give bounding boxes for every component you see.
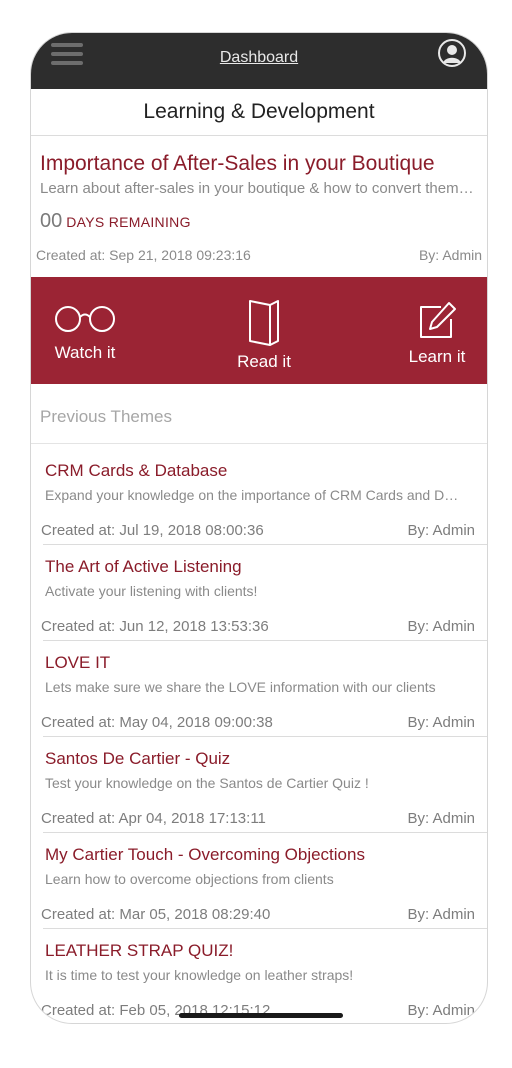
days-remaining: 00 DAYS REMAINING <box>40 210 191 233</box>
item-description: Activate your listening with clients! <box>45 583 258 599</box>
item-created-at: Created at: Mar 05, 2018 08:29:40 <box>41 906 271 923</box>
read-it-button[interactable]: Read it <box>224 277 304 384</box>
item-title[interactable]: CRM Cards & Database <box>45 461 227 481</box>
item-description: Test your knowledge on the Santos de Car… <box>45 775 369 791</box>
item-author: By: Admin <box>407 714 475 731</box>
edit-pencil-icon <box>420 302 456 338</box>
item-title[interactable]: LOVE IT <box>45 653 110 673</box>
page-title: Learning & Development <box>31 89 487 136</box>
item-description: Expand your knowledge on the importance … <box>45 487 465 503</box>
item-title[interactable]: My Cartier Touch - Overcoming Objections <box>45 845 365 865</box>
item-title[interactable]: The Art of Active Listening <box>45 557 242 577</box>
previous-themes-header: Previous Themes <box>31 385 487 444</box>
previous-themes-list: CRM Cards & Database Expand your knowled… <box>31 449 487 1023</box>
top-bar: Dashboard <box>31 33 487 89</box>
list-item[interactable]: The Art of Active Listening Activate you… <box>41 545 487 641</box>
list-item[interactable]: LEATHER STRAP QUIZ! It is time to test y… <box>41 929 487 1023</box>
item-description: Lets make sure we share the LOVE informa… <box>45 679 436 695</box>
list-item[interactable]: CRM Cards & Database Expand your knowled… <box>41 449 487 545</box>
learn-it-label: Learn it <box>408 347 466 366</box>
days-remaining-value: 00 <box>40 210 63 232</box>
item-description: Learn how to overcome objections from cl… <box>45 871 334 887</box>
item-author: By: Admin <box>407 1002 475 1019</box>
list-item[interactable]: LOVE IT Lets make sure we share the LOVE… <box>41 641 487 737</box>
home-indicator[interactable] <box>179 1013 343 1018</box>
user-avatar-icon[interactable] <box>437 38 467 68</box>
previous-themes-label: Previous Themes <box>40 407 172 426</box>
glasses-icon <box>55 306 115 332</box>
item-title[interactable]: LEATHER STRAP QUIZ! <box>45 941 233 961</box>
learn-it-button[interactable]: Learn it <box>397 277 477 384</box>
read-it-label: Read it <box>237 352 291 371</box>
item-author: By: Admin <box>407 618 475 635</box>
phone-screen: Dashboard Learning & Development Importa… <box>30 32 488 1024</box>
item-author: By: Admin <box>407 810 475 827</box>
item-author: By: Admin <box>407 906 475 923</box>
featured-author: By: Admin <box>418 247 482 263</box>
featured-theme-card[interactable]: Importance of After-Sales in your Boutiq… <box>31 136 487 276</box>
item-created-at: Created at: Apr 04, 2018 17:13:11 <box>41 810 266 827</box>
item-title[interactable]: Santos De Cartier - Quiz <box>45 749 230 769</box>
book-icon <box>249 300 279 346</box>
action-bar: Watch it Read it Learn it <box>31 277 487 384</box>
item-created-at: Created at: Jun 12, 2018 13:53:36 <box>41 618 269 635</box>
featured-title[interactable]: Importance of After-Sales in your Boutiq… <box>40 152 435 176</box>
item-created-at: Created at: Jul 19, 2018 08:00:36 <box>41 522 264 539</box>
days-remaining-label: DAYS REMAINING <box>66 214 191 230</box>
list-item[interactable]: Santos De Cartier - Quiz Test your knowl… <box>41 737 487 833</box>
watch-it-button[interactable]: Watch it <box>45 277 125 384</box>
dashboard-link[interactable]: Dashboard <box>31 49 487 67</box>
featured-created-at: Created at: Sep 21, 2018 09:23:16 <box>36 247 251 263</box>
item-author: By: Admin <box>407 522 475 539</box>
item-description: It is time to test your knowledge on lea… <box>45 967 354 983</box>
featured-description: Learn about after-sales in your boutique… <box>40 180 474 197</box>
list-item[interactable]: My Cartier Touch - Overcoming Objections… <box>41 833 487 929</box>
watch-it-label: Watch it <box>54 343 116 362</box>
item-created-at: Created at: May 04, 2018 09:00:38 <box>41 714 273 731</box>
